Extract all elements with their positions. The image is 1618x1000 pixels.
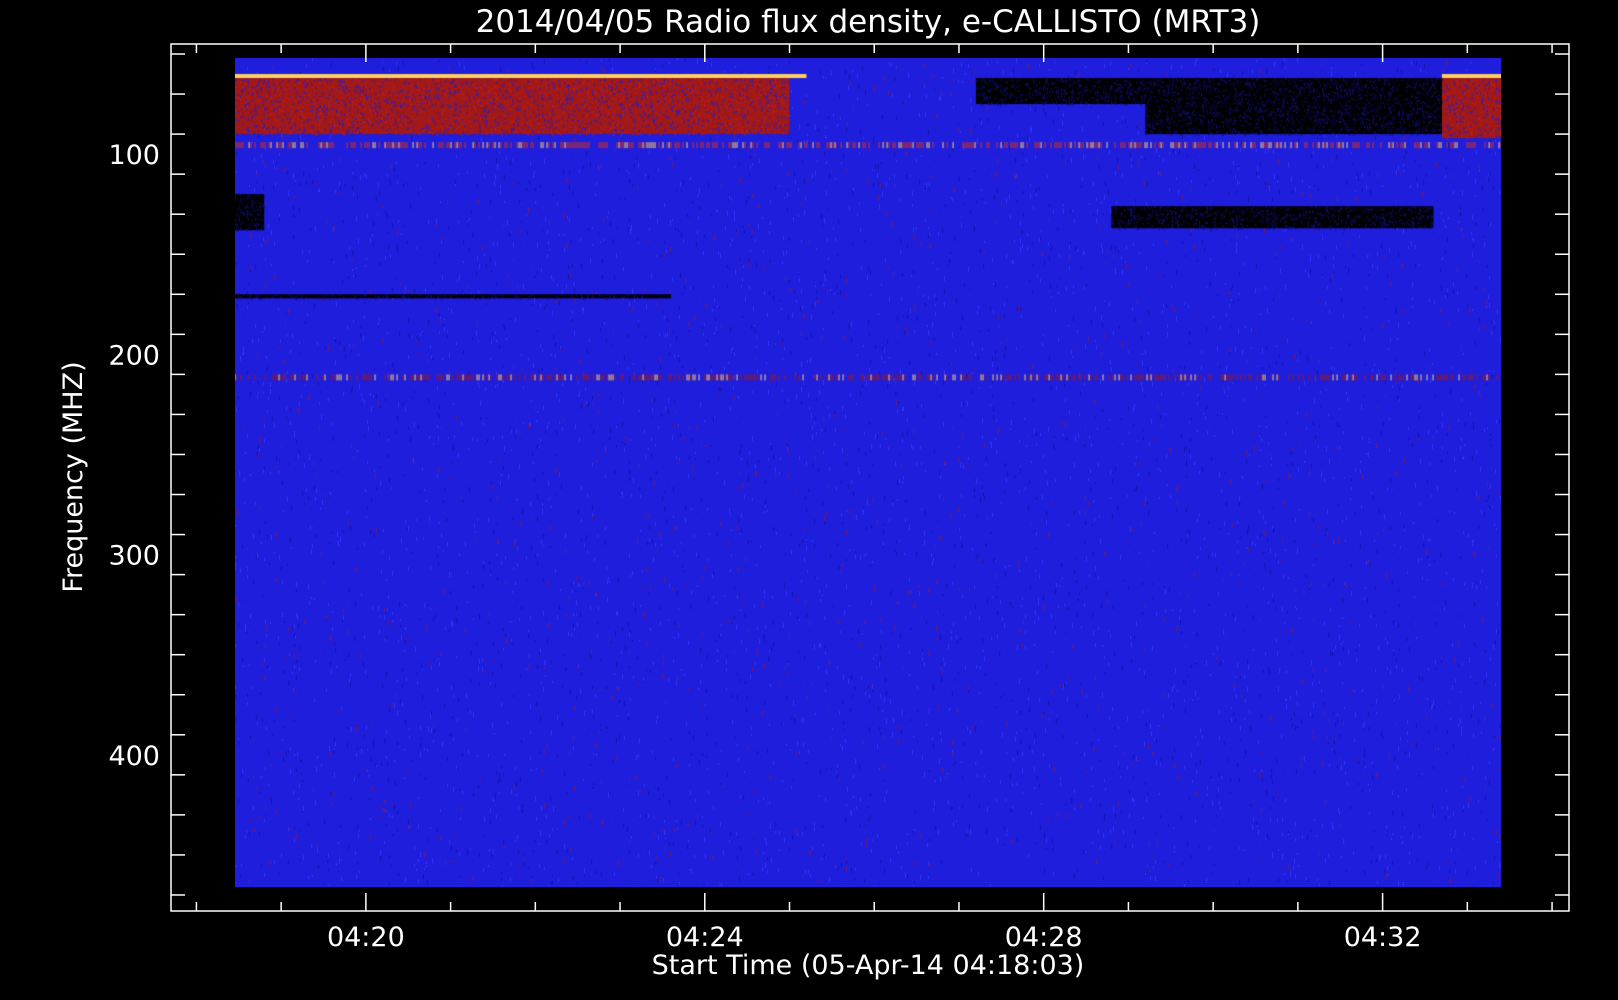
x-tick-label: 04:28 <box>1005 922 1083 953</box>
x-tick-label: 04:24 <box>666 922 744 953</box>
x-axis-label: Start Time (05-Apr-14 04:18:03) <box>652 950 1085 981</box>
spectrogram-chart: 2014/04/05 Radio flux density, e-CALLIST… <box>0 0 1618 1000</box>
y-tick-label: 100 <box>108 140 160 171</box>
y-tick-label: 400 <box>108 741 160 772</box>
x-tick-label: 04:32 <box>1344 922 1422 953</box>
y-tick-label: 200 <box>108 340 160 371</box>
heatmap-image <box>235 58 1501 887</box>
x-tick-label: 04:20 <box>327 922 405 953</box>
spectrogram-image <box>235 58 1501 887</box>
y-tick-label: 300 <box>108 541 160 572</box>
chart-title: 2014/04/05 Radio flux density, e-CALLIST… <box>476 4 1261 40</box>
y-axis-label: Frequency (MHZ) <box>58 361 89 592</box>
